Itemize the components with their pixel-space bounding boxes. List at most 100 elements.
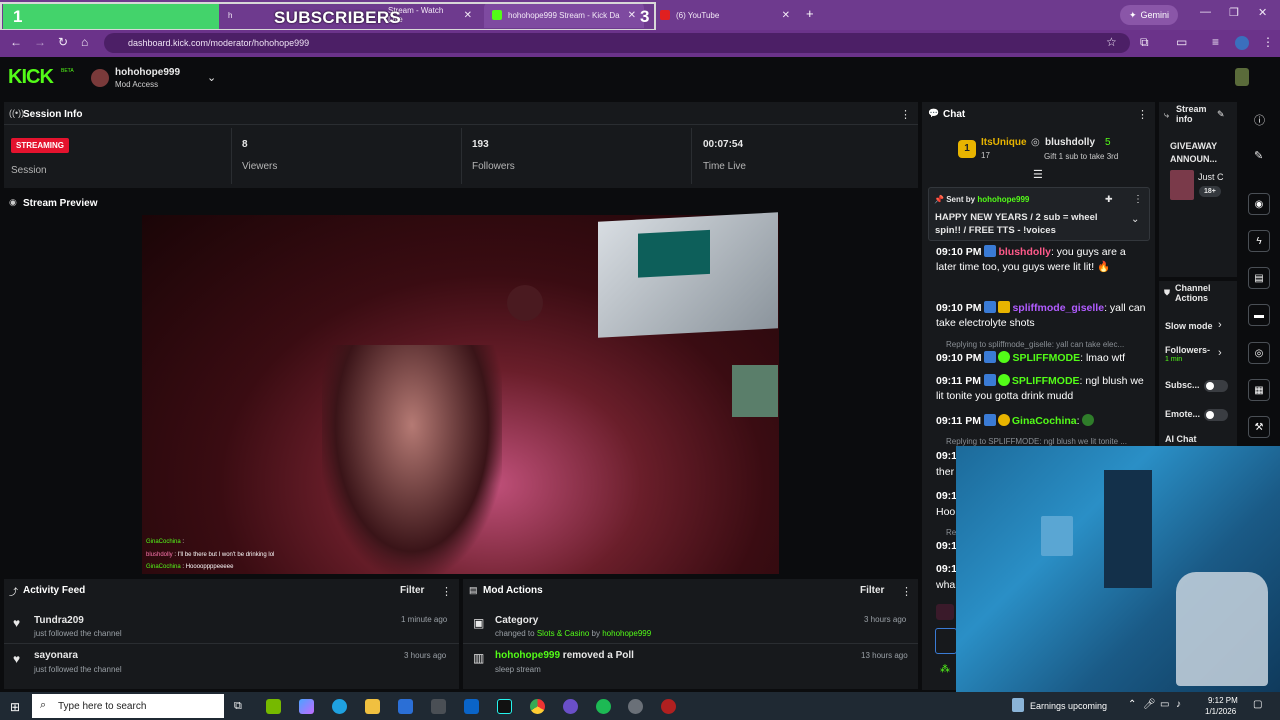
- more-options-icon[interactable]: ⋮: [1137, 108, 1148, 121]
- stream-video[interactable]: [142, 212, 779, 574]
- lightning-icon[interactable]: ϟ: [1248, 230, 1270, 252]
- app-icon[interactable]: [661, 699, 676, 714]
- chat-bubble-icon[interactable]: ▬: [1248, 304, 1270, 326]
- new-tab-icon[interactable]: +: [806, 6, 814, 21]
- info-icon[interactable]: ⓘ: [1254, 112, 1265, 128]
- media-icon[interactable]: ≡: [1212, 35, 1219, 49]
- layout-icon[interactable]: ▦: [1248, 379, 1270, 401]
- channel-action-label[interactable]: Followers-: [1165, 345, 1210, 355]
- edit-pencil-icon[interactable]: ✎: [1217, 109, 1225, 120]
- home-icon[interactable]: ⌂: [81, 35, 88, 49]
- cast-icon[interactable]: ▭: [1176, 35, 1187, 49]
- restore-icon[interactable]: ❐: [1229, 6, 1239, 19]
- volume-icon[interactable]: ♪: [1176, 699, 1181, 710]
- channel-action-label[interactable]: Emote...: [1165, 409, 1200, 419]
- settings-gear-icon[interactable]: [628, 699, 643, 714]
- more-options-icon[interactable]: ⋮: [901, 585, 912, 598]
- msg-user[interactable]: SPLIFFMODE: [1012, 375, 1080, 387]
- filter-sort-icon[interactable]: ☰: [1033, 168, 1043, 181]
- emotes-toggle[interactable]: [1204, 409, 1228, 421]
- back-icon[interactable]: ←: [10, 35, 22, 49]
- clipboard-icon[interactable]: ▤: [1248, 267, 1270, 289]
- msg-user[interactable]: GinaCochina: [1012, 415, 1077, 427]
- store-icon[interactable]: [398, 699, 413, 714]
- nvidia-icon[interactable]: [266, 699, 281, 714]
- channel-action-label[interactable]: Subsc...: [1165, 380, 1200, 390]
- broadcast-icon[interactable]: ◎: [1248, 342, 1270, 364]
- kick-logo[interactable]: KICK: [8, 66, 54, 89]
- chrome-icon[interactable]: [530, 699, 545, 714]
- task-view-icon[interactable]: ⧉: [234, 700, 242, 713]
- edit-pencil-icon[interactable]: ✎: [1254, 149, 1263, 162]
- wrench-icon[interactable]: ⚒: [1248, 416, 1270, 438]
- mod-user-link[interactable]: hohohope999: [602, 629, 651, 638]
- network-icon[interactable]: ▭: [1160, 699, 1169, 710]
- news-icon[interactable]: [1012, 698, 1024, 712]
- channel-action-label[interactable]: AI Chat: [1165, 434, 1197, 444]
- chevron-right-icon[interactable]: ›: [1218, 347, 1222, 359]
- spotify-icon[interactable]: [596, 699, 611, 714]
- obs-icon[interactable]: [431, 699, 446, 714]
- camera-icon[interactable]: ◉: [1248, 193, 1270, 215]
- microphone-icon[interactable]: 🎤︎: [1143, 699, 1156, 710]
- gemini-button[interactable]: ✦ Gemini: [1120, 5, 1179, 25]
- stat-label: Session: [11, 165, 47, 176]
- copilot-icon[interactable]: [299, 699, 314, 714]
- close-icon[interactable]: ✕: [782, 10, 790, 21]
- gift-sub-prompt[interactable]: Gift 1 sub to take 3rd: [1044, 152, 1118, 161]
- profile-avatar[interactable]: [1235, 36, 1249, 50]
- msg-user[interactable]: SPLIFFMODE: [1012, 352, 1080, 364]
- msg-user[interactable]: blushdolly: [998, 246, 1051, 258]
- discord-icon[interactable]: [563, 699, 578, 714]
- channel-action-label[interactable]: Slow mode: [1165, 321, 1213, 331]
- subscriber-goal-label: SUBSCRIBERS: [274, 8, 402, 27]
- reload-icon[interactable]: ↻: [58, 35, 68, 49]
- msg-time: 09:1: [936, 450, 958, 462]
- mod-user-link[interactable]: hohohope999: [495, 650, 560, 661]
- outlook-icon[interactable]: [464, 699, 479, 714]
- close-window-icon[interactable]: ✕: [1258, 6, 1267, 19]
- activity-user[interactable]: Tundra209: [34, 615, 84, 626]
- category-link[interactable]: Slots & Casino: [537, 629, 589, 638]
- more-options-icon[interactable]: ⋮: [441, 585, 452, 598]
- bookmark-star-icon[interactable]: ☆: [1106, 35, 1117, 49]
- activity-user[interactable]: sayonara: [34, 650, 78, 661]
- user-avatar-icon[interactable]: [1235, 68, 1249, 86]
- edge-icon[interactable]: [332, 699, 347, 714]
- more-options-icon[interactable]: ⋮: [900, 108, 911, 121]
- menu-icon[interactable]: ⋮: [1262, 35, 1274, 49]
- url-field[interactable]: dashboard.kick.com/moderator/hohohope999: [104, 33, 1130, 53]
- weather-widget-text[interactable]: Earnings upcoming: [1030, 701, 1107, 711]
- chevron-down-icon[interactable]: ⌄: [207, 71, 216, 84]
- clock-date[interactable]: 1/1/2026: [1205, 707, 1236, 716]
- rank-badge-icon: [997, 414, 1010, 426]
- msg-user[interactable]: spliffmode_giselle: [1012, 302, 1104, 314]
- tiktok-icon[interactable]: [497, 699, 512, 714]
- subscribers-toggle[interactable]: [1204, 380, 1228, 392]
- msg-time: 09:1: [936, 490, 958, 502]
- chevron-up-icon[interactable]: ⌃: [1128, 699, 1136, 710]
- pip-video[interactable]: [956, 446, 1280, 692]
- taskbar-search[interactable]: ⌕ Type here to search: [32, 694, 224, 718]
- leaderboard-user[interactable]: blushdolly: [1045, 137, 1095, 148]
- windows-start-icon[interactable]: ⊞: [10, 700, 20, 714]
- forward-icon[interactable]: →: [34, 35, 46, 49]
- notification-icon[interactable]: ▢: [1253, 699, 1262, 710]
- browser-tab[interactable]: (6) YouTube ✕: [652, 2, 798, 28]
- chevron-right-icon[interactable]: ›: [1218, 319, 1222, 331]
- points-icon[interactable]: ⁂: [940, 664, 950, 675]
- extensions-icon[interactable]: ⧉: [1140, 35, 1149, 50]
- filter-button[interactable]: Filter: [860, 585, 884, 596]
- filter-button[interactable]: Filter: [400, 585, 424, 596]
- minimize-icon[interactable]: —: [1200, 6, 1211, 18]
- chevron-down-icon[interactable]: ⌄: [1131, 214, 1139, 225]
- clock-time[interactable]: 9:12 PM: [1208, 696, 1238, 705]
- chat-input-badge[interactable]: [935, 628, 957, 654]
- rank-badge: 1: [958, 140, 976, 158]
- leaderboard-user[interactable]: ItsUnique: [981, 137, 1027, 148]
- more-options-icon[interactable]: ⋮: [1133, 194, 1143, 205]
- unpin-icon[interactable]: ✚: [1105, 194, 1113, 205]
- heart-icon: ♥: [13, 652, 21, 666]
- pinned-sender[interactable]: hohohope999: [977, 195, 1029, 204]
- file-explorer-icon[interactable]: [365, 699, 380, 714]
